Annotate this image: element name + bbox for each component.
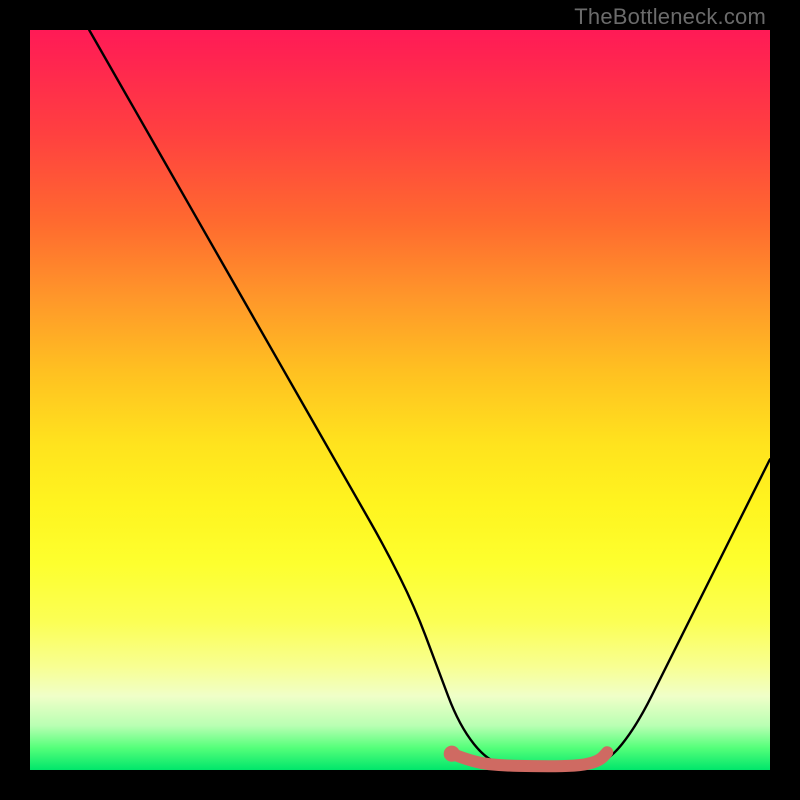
chart-frame: TheBottleneck.com bbox=[0, 0, 800, 800]
chart-svg bbox=[30, 30, 770, 770]
optimal-start-marker bbox=[444, 746, 460, 762]
watermark-text: TheBottleneck.com bbox=[574, 4, 766, 30]
bottleneck-curve bbox=[89, 30, 770, 766]
optimal-range-highlight bbox=[452, 752, 607, 766]
chart-plot-area bbox=[30, 30, 770, 770]
